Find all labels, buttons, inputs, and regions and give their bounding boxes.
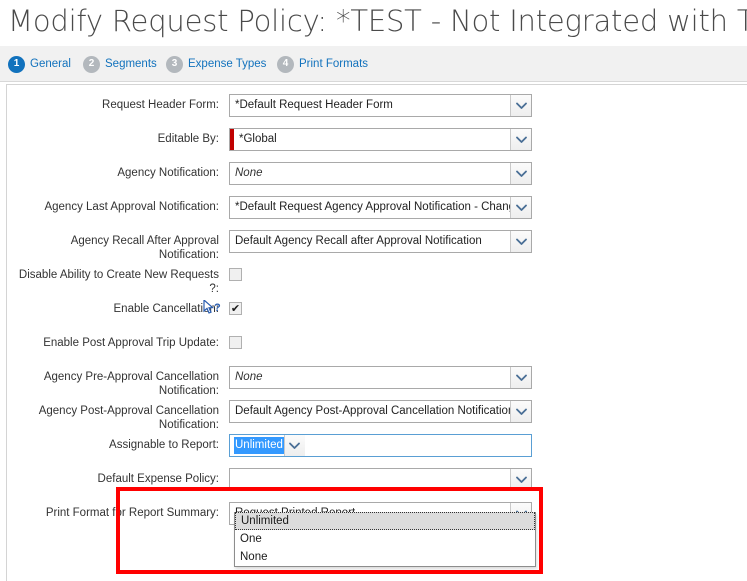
form-row: Agency Post-Approval Cancellation Notifi… [7,399,747,433]
tab-print-formats-label: Print Formats [299,58,369,70]
form-row: Agency Notification: None [7,161,747,195]
request-header-form-label: Request Header Form: [102,99,219,111]
tab-general-label: General [30,58,71,70]
print-format-for-report-summary-label: Print Format for Report Summary: [45,507,219,519]
dropdown-option[interactable]: Unlimited [235,512,535,530]
field-wrap: *Default Request Header Form [229,93,532,117]
form-row: Enable Cancellation: ✔ [7,297,747,331]
step-number-2: 2 [83,55,100,73]
chevron-down-icon[interactable] [510,95,531,116]
form-row: Editable By: *Global [7,127,747,161]
field-wrap: ✔ [229,297,242,315]
tab-print-formats[interactable]: 4 Print Formats [277,54,368,74]
field-wrap [229,467,532,491]
field-wrap [229,263,242,281]
agency-post-approval-cancellation-notification-label: Agency Post-Approval Cancellation Notifi… [38,405,219,431]
field-wrap [229,331,242,349]
agency-pre-approval-cancellation-notification-value: None [235,371,263,383]
page-title: Modify Request Policy: *TEST - Not Integ… [8,4,747,38]
tab-segments-label: Segments [105,58,157,70]
agency-notification-select[interactable]: None [229,162,532,185]
form-row [7,85,747,93]
chevron-down-icon[interactable] [283,435,305,456]
agency-post-approval-cancellation-notification-value: Default Agency Post-Approval Cancellatio… [235,405,510,417]
form-row: Agency Pre-Approval Cancellation Notific… [7,365,747,399]
request-policy-page: Modify Request Policy: *TEST - Not Integ… [0,0,747,581]
chevron-down-icon[interactable] [510,231,531,252]
chevron-down-icon[interactable] [510,367,531,388]
chevron-down-icon[interactable] [510,469,531,490]
chevron-down-icon[interactable] [510,197,531,218]
editable-by-value: *Global [239,133,277,145]
step-number-4: 4 [277,55,294,73]
agency-notification-label: Agency Notification: [117,167,219,179]
field-wrap: Default Agency Recall after Approval Not… [229,229,532,253]
agency-recall-after-approval-notification-label: Agency Recall After Approval Notificatio… [70,235,219,261]
field-wrap: *Default Request Agency Approval Notific… [229,195,532,219]
field-wrap: *Global [229,127,532,151]
assignable-to-report-label: Assignable to Report: [109,439,219,451]
form-row: Disable Ability to Create New Requests ?… [7,263,747,297]
form-row: Default Expense Policy: [7,467,747,501]
dropdown-option[interactable]: None [235,548,535,566]
agency-pre-approval-cancellation-notification-select[interactable]: None [229,366,532,389]
disable-ability-to-create-new-requests-label: Disable Ability to Create New Requests ?… [18,269,219,295]
agency-last-approval-notification-select[interactable]: *Default Request Agency Approval Notific… [229,196,532,219]
disable-ability-to-create-new-requests-checkbox[interactable] [229,268,242,281]
assignable-to-report-select[interactable]: Unlimited [229,434,532,457]
form-row: Agency Recall After Approval Notificatio… [7,229,747,263]
agency-recall-after-approval-notification-value: Default Agency Recall after Approval Not… [235,235,482,247]
field-wrap: None [229,365,532,389]
default-expense-policy-label: Default Expense Policy: [97,473,219,485]
chevron-down-icon[interactable] [510,401,531,422]
form-row: Assignable to Report: Unlimited [7,433,747,467]
checkmark-icon: ✔ [230,302,241,315]
tab-expense-types-label: Expense Types [188,58,267,70]
field-wrap: Default Agency Post-Approval Cancellatio… [229,399,532,423]
enable-post-approval-trip-update-checkbox[interactable] [229,336,242,349]
enable-post-approval-trip-update-label: Enable Post Approval Trip Update: [43,337,219,349]
form-row: Agency Last Approval Notification: *Defau… [7,195,747,229]
default-expense-policy-value [230,469,510,490]
request-header-form-value: *Default Request Header Form [235,99,393,111]
chevron-down-icon[interactable] [510,163,531,184]
agency-last-approval-notification-value: *Default Request Agency Approval Notific… [235,201,510,213]
field-wrap: None [229,161,532,185]
wizard-step-tabs: 1 General 2 Segments 3 Expense Types 4 P… [0,46,747,82]
general-settings-panel: Request Header Form: *Default Request Hea… [6,84,747,581]
request-header-form-select[interactable]: *Default Request Header Form [229,94,532,117]
step-number-3: 3 [166,55,183,73]
step-number-1: 1 [8,55,25,73]
form-row: Request Header Form: *Default Request Hea… [7,93,747,127]
agency-post-approval-cancellation-notification-select[interactable]: Default Agency Post-Approval Cancellatio… [229,400,532,423]
assignable-to-report-value: Unlimited [234,437,284,454]
agency-last-approval-notification-label: Agency Last Approval Notification: [44,201,219,213]
tab-general[interactable]: 1 General [8,54,71,74]
agency-notification-value: None [235,167,263,179]
enable-cancellation-label: Enable Cancellation: [113,303,220,315]
tab-expense-types[interactable]: 3 Expense Types [166,54,266,74]
enable-cancellation-checkbox[interactable]: ✔ [229,302,242,315]
assignable-to-report-dropdown-list[interactable]: Unlimited One None [234,512,536,567]
agency-pre-approval-cancellation-notification-label: Agency Pre-Approval Cancellation Notific… [43,371,219,397]
chevron-down-icon[interactable] [510,129,531,150]
tab-segments[interactable]: 2 Segments [83,54,157,74]
editable-by-label: Editable By: [157,133,219,145]
editable-by-select[interactable]: *Global [229,128,532,151]
field-wrap: Unlimited [229,433,532,457]
form-field-list: Request Header Form: *Default Request Hea… [7,85,747,535]
form-row: Enable Post Approval Trip Update: [7,331,747,365]
dropdown-option[interactable]: One [235,530,535,548]
default-expense-policy-select[interactable] [229,468,532,491]
agency-recall-after-approval-notification-select[interactable]: Default Agency Recall after Approval Not… [229,230,532,253]
